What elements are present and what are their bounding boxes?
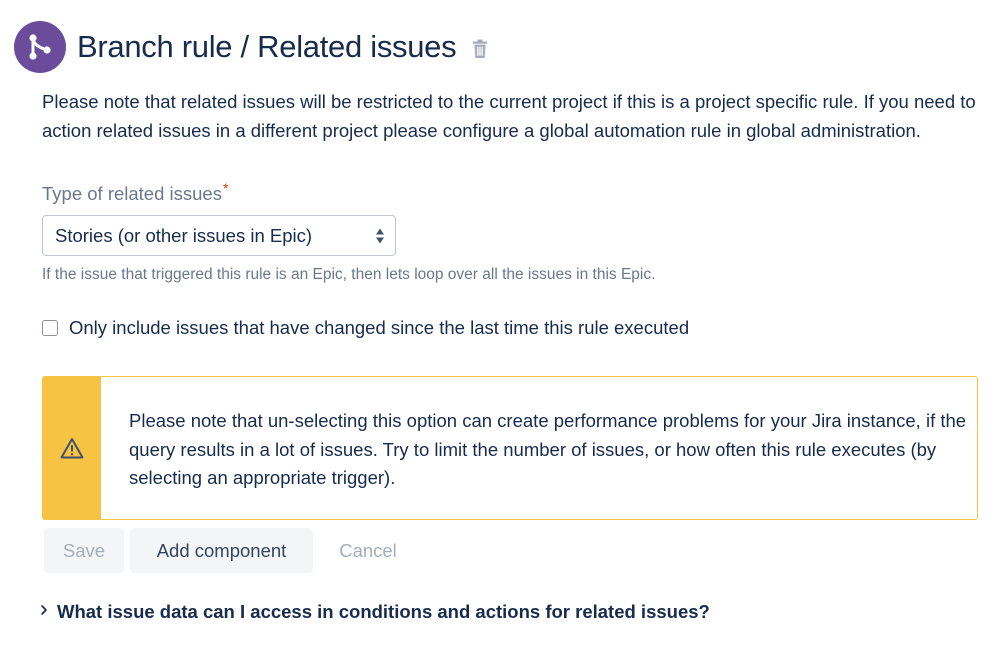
branch-avatar bbox=[14, 21, 66, 73]
related-issues-type-label: Type of related issues* bbox=[42, 180, 228, 205]
faq-label[interactable]: What issue data can I access in conditio… bbox=[57, 601, 710, 623]
page-title: Branch rule / Related issues bbox=[77, 29, 457, 64]
warning-message: Please note that un-selecting this optio… bbox=[129, 410, 967, 488]
save-button[interactable]: Save bbox=[44, 528, 124, 573]
field-label-text: Type of related issues bbox=[42, 183, 222, 204]
add-component-button[interactable]: Add component bbox=[130, 528, 313, 573]
select-value: Stories (or other issues in Epic) bbox=[55, 224, 313, 246]
trash-icon[interactable] bbox=[472, 39, 488, 59]
related-issues-type-select[interactable]: Stories (or other issues in Epic) bbox=[42, 215, 396, 256]
chevron-right-icon bbox=[40, 604, 48, 616]
project-scope-note: Please note that related issues will be … bbox=[42, 91, 976, 141]
changed-only-checkbox[interactable] bbox=[42, 320, 58, 336]
warning-stripe bbox=[43, 377, 101, 519]
branch-icon bbox=[27, 33, 53, 61]
related-issues-helper-text: If the issue that triggered this rule is… bbox=[42, 266, 656, 283]
changed-only-option[interactable]: Only include issues that have changed si… bbox=[42, 314, 689, 342]
rule-header: Branch rule / Related issues bbox=[14, 20, 488, 74]
warning-icon bbox=[60, 437, 84, 459]
performance-warning: Please note that un-selecting this optio… bbox=[42, 376, 978, 520]
changed-only-label[interactable]: Only include issues that have changed si… bbox=[69, 317, 689, 339]
related-issues-data-faq[interactable]: What issue data can I access in conditio… bbox=[40, 598, 710, 626]
cancel-button[interactable]: Cancel bbox=[319, 528, 417, 573]
select-arrows-icon bbox=[375, 226, 385, 246]
required-marker: * bbox=[222, 180, 229, 196]
